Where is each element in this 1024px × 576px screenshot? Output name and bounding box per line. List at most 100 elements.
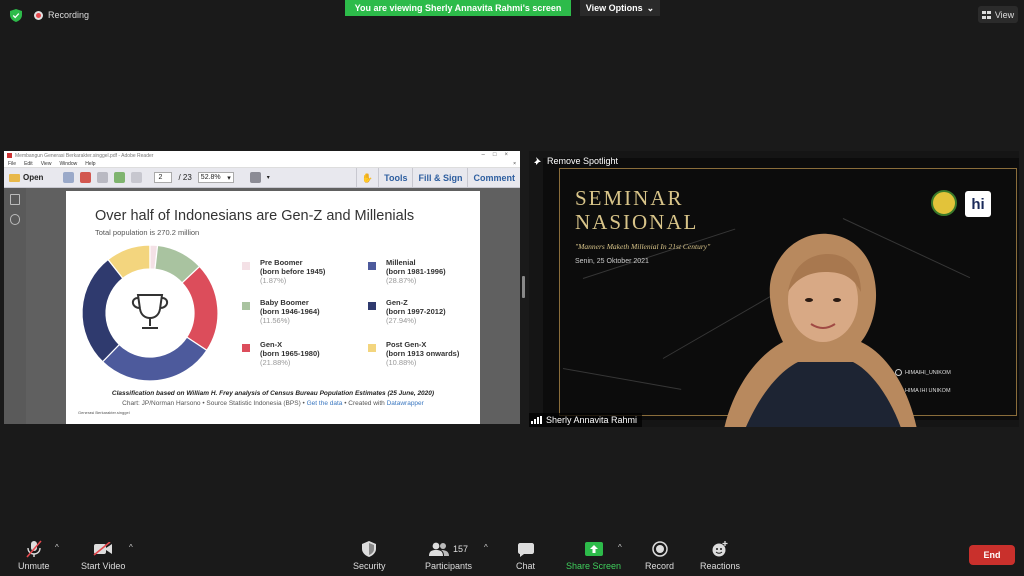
- donut-slice-gen-z: [81, 258, 124, 363]
- legend-percent: (21.88%): [260, 358, 291, 367]
- zoom-value: 52.8%: [200, 174, 221, 181]
- participant-nameplate: Sherly Annavita Rahmi: [529, 413, 643, 427]
- record-dot-icon: [34, 10, 43, 20]
- muted-mic-icon: [26, 540, 42, 558]
- page-number-input[interactable]: 2: [154, 172, 173, 183]
- security-button[interactable]: Security: [353, 540, 386, 571]
- menu-help[interactable]: Help: [85, 161, 95, 167]
- spotlight-video-tile: SEMINAR NASIONAL "Manners Maketh Milleni…: [529, 151, 1019, 427]
- share-options-caret-icon[interactable]: ^: [618, 543, 622, 552]
- pdf-viewer: Over half of Indonesians are Gen-Z and M…: [4, 188, 520, 424]
- reader-menubar: File Edit View Window Help ×: [4, 160, 520, 168]
- video-options-caret-icon[interactable]: ^: [129, 543, 133, 552]
- chart-subtitle: Total population is 270.2 million: [95, 228, 200, 237]
- legend-item: Millenial (born 1981-1996) (28.87%): [368, 258, 446, 285]
- open-label: Open: [23, 173, 44, 182]
- zoom-window: Recording You are viewing Sherly Annavit…: [0, 0, 1024, 576]
- legend-name: Pre Boomer: [260, 258, 303, 267]
- menu-edit[interactable]: Edit: [24, 161, 33, 167]
- participant-name: Sherly Annavita Rahmi: [546, 415, 638, 425]
- chart-title: Over half of Indonesians are Gen-Z and M…: [95, 208, 415, 224]
- legend-name: Post Gen-X: [386, 340, 427, 349]
- remove-spotlight-button[interactable]: Remove Spotlight: [533, 156, 618, 166]
- pdf-app-icon: [7, 153, 12, 158]
- legend-swatch: [368, 262, 376, 270]
- window-controls-icon[interactable]: –□×: [482, 152, 516, 158]
- legend-percent: (1.87%): [260, 276, 287, 285]
- trophy-icon: [131, 294, 169, 329]
- attachments-icon[interactable]: [10, 214, 20, 225]
- legend-name: Gen-X: [260, 340, 283, 349]
- more-tools-arrow-icon[interactable]: ▾: [267, 174, 270, 181]
- viewing-screen-banner: You are viewing Sherly Annavita Rahmi's …: [345, 0, 571, 16]
- record-icon: [651, 540, 668, 558]
- tools-selector-icon[interactable]: [249, 172, 261, 183]
- reactions-smiley-icon: [711, 540, 729, 558]
- edit-pdf-icon[interactable]: [97, 172, 109, 183]
- share-screen-button[interactable]: Share Screen: [566, 540, 621, 571]
- legend-swatch: [368, 302, 376, 310]
- chart-credit: Chart: JP/Norman Harsono • Source Statis…: [66, 400, 480, 407]
- recording-label: Recording: [48, 10, 90, 20]
- banner-text: You are viewing Sherly Annavita Rahmi's …: [354, 3, 562, 13]
- chat-label: Chat: [516, 561, 536, 571]
- comment-tab[interactable]: Comment: [467, 168, 520, 188]
- unmute-button[interactable]: Unmute: [18, 540, 50, 571]
- open-button[interactable]: Open: [9, 173, 43, 182]
- record-button[interactable]: Record: [645, 540, 674, 571]
- menu-view[interactable]: View: [41, 161, 52, 167]
- pin-icon: [534, 156, 541, 165]
- seminar-date: Senin, 25 Oktober 2021: [575, 258, 649, 265]
- legend-swatch: [368, 344, 376, 352]
- chart-caption: Classification based on William H. Frey …: [111, 390, 435, 397]
- share-icon[interactable]: [114, 172, 126, 183]
- legend-swatch: [242, 302, 250, 310]
- recording-indicator[interactable]: Recording: [34, 10, 89, 20]
- get-data-link[interactable]: Get the data: [307, 400, 343, 407]
- participants-count: 157: [453, 544, 469, 554]
- page-footer-note: Generasi Berkarakter.singgel: [78, 410, 130, 415]
- view-options-button[interactable]: View Options ⌄: [580, 0, 660, 16]
- reader-window-title: Membangun Generasi Berkarakter.singgel.p…: [15, 152, 154, 159]
- end-meeting-button[interactable]: End: [969, 545, 1015, 565]
- legend-name: Gen-Z: [386, 298, 408, 307]
- print-icon[interactable]: [131, 172, 143, 183]
- zoom-select[interactable]: 52.8% ▾: [197, 172, 234, 183]
- view-label: View: [994, 9, 1015, 20]
- split-resize-handle[interactable]: [522, 276, 525, 298]
- hand-tool-icon[interactable]: ✋: [355, 168, 378, 188]
- legend-years: (born 1965-1980): [260, 349, 320, 358]
- view-button[interactable]: View: [978, 6, 1018, 23]
- view-options-label: View Options: [585, 3, 643, 13]
- video-off-icon: [93, 540, 113, 558]
- start-video-button[interactable]: Start Video: [81, 540, 125, 571]
- security-shield-icon[interactable]: [10, 9, 22, 22]
- audio-options-caret-icon[interactable]: ^: [55, 543, 59, 552]
- participants-icon: 157: [429, 540, 468, 558]
- legend-percent: (10.88%): [386, 358, 417, 367]
- menu-window[interactable]: Window: [59, 161, 77, 167]
- legend-item: Baby Boomer (born 1946-1964) (11.56%): [242, 298, 320, 325]
- unikom-logo: [931, 190, 957, 216]
- fill-sign-tab[interactable]: Fill & Sign: [412, 168, 467, 188]
- participants-options-caret-icon[interactable]: ^: [484, 543, 488, 552]
- legend-item: Post Gen-X (born 1913 onwards) (10.88%): [368, 340, 459, 367]
- legend-name: Millenial: [386, 258, 416, 267]
- chat-button[interactable]: Chat: [516, 540, 535, 571]
- dropdown-arrow-icon: ▾: [227, 174, 231, 182]
- legend-name: Baby Boomer: [260, 298, 309, 307]
- export-pdf-icon[interactable]: [80, 172, 92, 183]
- security-shield-toolbar-icon: [362, 540, 377, 558]
- create-pdf-icon[interactable]: [63, 172, 75, 183]
- legend-percent: (27.94%): [386, 316, 417, 325]
- close-document-icon[interactable]: ×: [513, 161, 516, 167]
- datawrapper-link[interactable]: Datawrapper: [387, 400, 424, 407]
- legend-swatch: [242, 262, 250, 270]
- tools-tab[interactable]: Tools: [378, 168, 412, 188]
- donut-chart: [81, 244, 219, 382]
- menu-file[interactable]: File: [8, 161, 16, 167]
- reactions-button[interactable]: Reactions: [700, 540, 740, 571]
- page-thumbnails-icon[interactable]: [10, 194, 20, 205]
- page-total: / 23: [178, 173, 192, 182]
- participants-button[interactable]: 157 Participants: [425, 540, 472, 571]
